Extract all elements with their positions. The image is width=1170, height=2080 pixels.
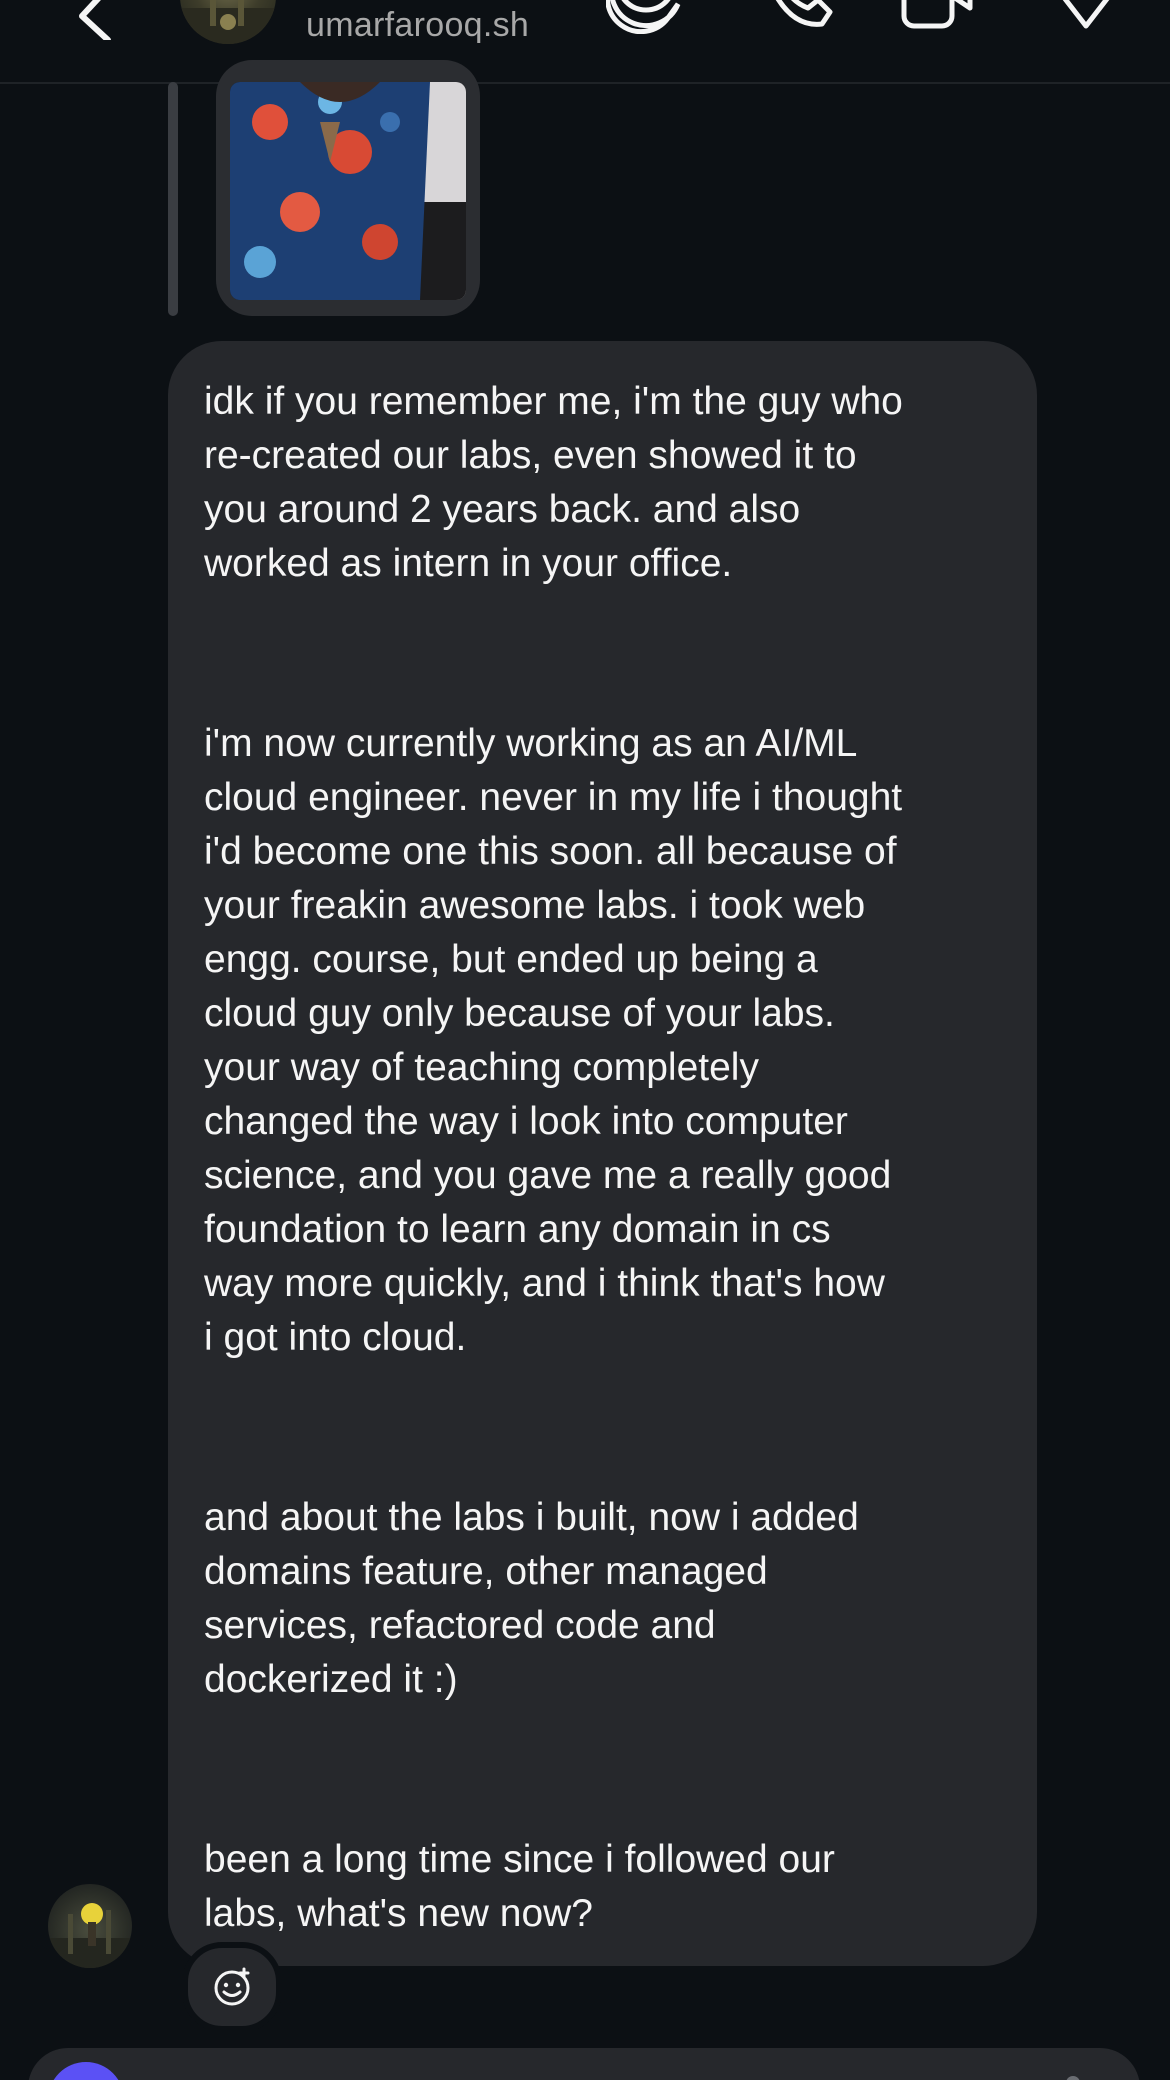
video-call-button[interactable] <box>898 0 978 34</box>
tag-icon <box>1062 0 1110 29</box>
camera-button[interactable] <box>48 2062 124 2080</box>
replied-photo[interactable] <box>216 60 480 316</box>
call-button[interactable] <box>760 0 840 34</box>
message-paragraph: and about the labs i built, now i added … <box>204 1496 859 1701</box>
message-composer[interactable] <box>28 2048 1140 2080</box>
header-username[interactable]: umarfarooq.sh <box>306 6 529 45</box>
sticker-icon <box>604 0 681 35</box>
back-button[interactable] <box>64 0 124 43</box>
phone-icon <box>775 0 833 27</box>
conversation-header: umarfarooq.sh <box>0 0 1170 84</box>
add-reaction-icon <box>214 1967 250 2006</box>
composer-action-icon[interactable] <box>1066 2076 1080 2080</box>
sender-avatar-photo <box>48 1903 132 1968</box>
message-paragraph: been a long time since i followed our la… <box>204 1838 835 1935</box>
message-bubble[interactable]: idk if you remember me, i'm the guy who … <box>168 341 1037 1966</box>
photo-image <box>230 82 466 300</box>
message-paragraph: idk if you remember me, i'm the guy who … <box>204 380 903 585</box>
sticker-button[interactable] <box>604 0 686 35</box>
avatar-photo <box>180 0 276 44</box>
add-reaction-button[interactable] <box>182 1942 282 2032</box>
video-camera-icon <box>901 0 973 29</box>
tag-button[interactable] <box>1046 0 1126 34</box>
chevron-left-icon <box>79 0 111 43</box>
message-paragraph: i'm now currently working as an AI/ML cl… <box>204 722 903 1359</box>
dm-conversation-screen: umarfarooq.sh idk if you remember me, i'… <box>0 0 1170 2080</box>
reply-indicator-line <box>168 82 178 316</box>
avatar[interactable] <box>180 0 276 44</box>
shared-photo <box>230 82 466 300</box>
sender-avatar[interactable] <box>48 1884 132 1968</box>
